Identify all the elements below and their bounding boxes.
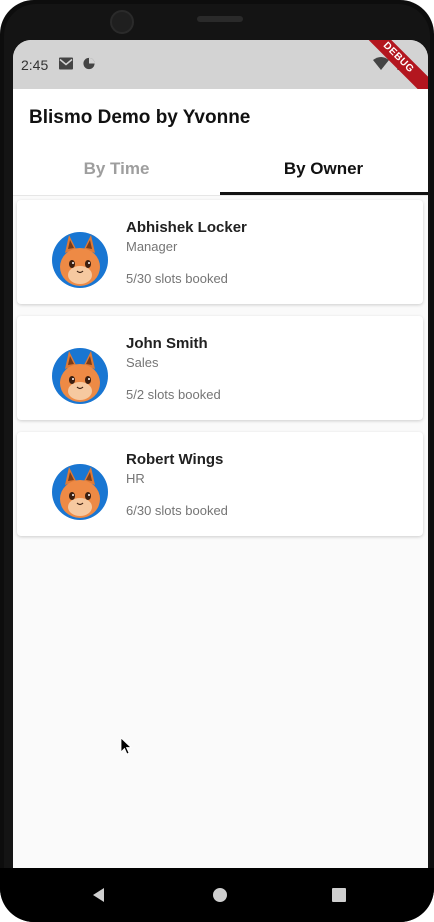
recents-icon[interactable]: [326, 882, 352, 908]
owner-card[interactable]: John Smith Sales 5/2 slots booked: [17, 316, 423, 420]
status-bar: 2:45 DEBUG: [13, 40, 428, 107]
owner-name: Robert Wings: [126, 451, 224, 468]
camera: [110, 10, 134, 34]
owner-role: Manager: [126, 239, 178, 254]
owner-role: HR: [126, 471, 145, 486]
mouse-cursor-icon: [121, 738, 133, 755]
squirrel-avatar: [52, 464, 108, 520]
squirrel-avatar: [52, 232, 108, 288]
owner-slots: 5/30 slots booked: [126, 271, 228, 286]
app-title: Blismo Demo by Yvonne: [29, 107, 251, 128]
tab-indicator: [220, 192, 428, 195]
owner-name: Abhishek Locker: [126, 219, 247, 236]
tab-by-time[interactable]: By Time: [13, 147, 220, 195]
home-icon[interactable]: [207, 882, 233, 908]
owner-slots: 5/2 slots booked: [126, 387, 221, 402]
owner-name: John Smith: [126, 335, 208, 352]
data-saver-icon: [83, 57, 95, 70]
back-icon[interactable]: [86, 882, 112, 908]
gmail-icon: [59, 57, 73, 70]
screen: 2:45 DEBUG Blismo Demo by Yvonne By Time…: [13, 40, 428, 868]
tab-by-owner[interactable]: By Owner: [220, 147, 427, 195]
squirrel-avatar: [52, 348, 108, 404]
status-time: 2:45: [21, 57, 49, 73]
phone-frame: 2:45 DEBUG Blismo Demo by Yvonne By Time…: [0, 0, 434, 922]
owner-card[interactable]: Abhishek Locker Manager 5/30 slots booke…: [17, 200, 423, 304]
owner-slots: 6/30 slots booked: [126, 503, 228, 518]
system-nav-bar: [0, 868, 434, 922]
wifi-icon: [373, 57, 389, 70]
owner-card[interactable]: Robert Wings HR 6/30 slots booked: [17, 432, 423, 536]
speaker: [197, 16, 243, 22]
app-bar: Blismo Demo by Yvonne: [13, 89, 428, 147]
owner-role: Sales: [126, 355, 159, 370]
tab-bar: By Time By Owner: [13, 147, 428, 196]
